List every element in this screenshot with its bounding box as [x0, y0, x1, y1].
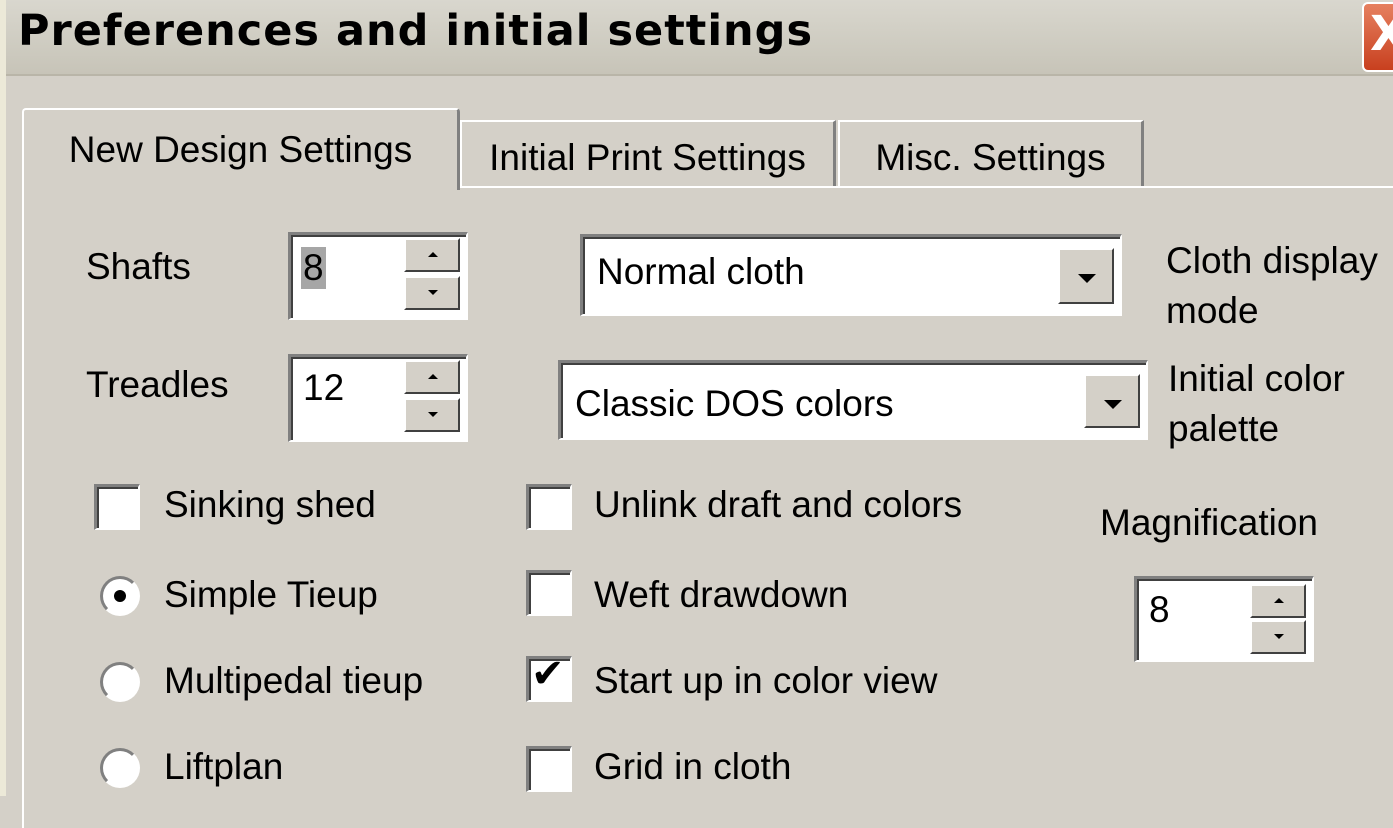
- radio-selected-dot: [114, 590, 126, 602]
- checkmark-icon: ✔: [531, 651, 565, 697]
- grid-in-cloth-label: Grid in cloth: [594, 746, 792, 787]
- shafts-spin-down[interactable]: [404, 276, 460, 310]
- magnification-spin-up[interactable]: [1250, 584, 1306, 618]
- spin-down-icon: [428, 412, 438, 417]
- tab-label: Misc. Settings: [875, 137, 1106, 178]
- shafts-label: Shafts: [86, 246, 191, 287]
- treadles-spin-up[interactable]: [404, 360, 460, 394]
- cloth-display-mode-value: Normal cloth: [597, 251, 805, 292]
- color-palette-label-1: Initial color: [1168, 358, 1345, 399]
- cloth-display-mode-label-1: Cloth display: [1166, 240, 1378, 281]
- liftplan-radio[interactable]: [100, 748, 140, 788]
- window-title: Preferences and initial settings: [18, 6, 814, 56]
- tab-initial-print-settings[interactable]: Initial Print Settings: [460, 120, 836, 188]
- grid-in-cloth-checkbox[interactable]: [526, 746, 572, 792]
- spin-up-icon: [428, 374, 438, 379]
- weft-drawdown-checkbox[interactable]: [526, 570, 572, 616]
- close-button[interactable]: X: [1362, 2, 1393, 72]
- dropdown-arrow-icon: [1078, 274, 1096, 283]
- cloth-display-mode-select[interactable]: Normal cloth: [580, 234, 1122, 316]
- spin-up-icon: [428, 252, 438, 257]
- title-bar: Preferences and initial settings X: [6, 0, 1393, 76]
- spin-down-icon: [428, 290, 438, 295]
- color-palette-select[interactable]: Classic DOS colors: [558, 360, 1148, 440]
- spin-down-icon: [1274, 634, 1284, 639]
- tab-misc-settings[interactable]: Misc. Settings: [838, 120, 1144, 188]
- tab-label: New Design Settings: [68, 129, 413, 170]
- magnification-value: 8: [1149, 589, 1170, 630]
- color-palette-label-2: palette: [1168, 408, 1280, 449]
- tab-new-design-settings[interactable]: New Design Settings: [22, 108, 460, 190]
- color-palette-value: Classic DOS colors: [575, 383, 894, 424]
- sinking-shed-checkbox[interactable]: [94, 484, 140, 530]
- shafts-value: 8: [301, 247, 326, 289]
- treadles-spin-down[interactable]: [404, 398, 460, 432]
- multipedal-tieup-radio[interactable]: [100, 662, 140, 702]
- color-palette-dropdown-button[interactable]: [1084, 374, 1140, 428]
- window-left-edge: [0, 0, 6, 796]
- weft-drawdown-label: Weft drawdown: [594, 574, 849, 615]
- color-view-label: Start up in color view: [594, 660, 938, 701]
- dropdown-arrow-icon: [1104, 400, 1122, 409]
- liftplan-label: Liftplan: [164, 746, 284, 787]
- unlink-draft-colors-checkbox[interactable]: [526, 484, 572, 530]
- treadles-value: 12: [303, 367, 345, 408]
- magnification-spin-down[interactable]: [1250, 620, 1306, 654]
- tab-label: Initial Print Settings: [489, 137, 806, 178]
- multipedal-tieup-label: Multipedal tieup: [164, 660, 424, 701]
- close-icon: X: [1370, 6, 1393, 62]
- spin-up-icon: [1274, 598, 1284, 603]
- shafts-spin-up[interactable]: [404, 238, 460, 272]
- treadles-label: Treadles: [86, 364, 229, 405]
- unlink-draft-colors-label: Unlink draft and colors: [594, 484, 963, 525]
- cloth-display-dropdown-button[interactable]: [1058, 248, 1114, 304]
- cloth-display-mode-label-2: mode: [1166, 290, 1259, 331]
- color-view-checkbox[interactable]: ✔: [526, 651, 572, 702]
- simple-tieup-label: Simple Tieup: [164, 574, 378, 615]
- sinking-shed-label: Sinking shed: [164, 484, 376, 525]
- simple-tieup-radio[interactable]: [100, 576, 140, 616]
- magnification-label: Magnification: [1100, 502, 1319, 543]
